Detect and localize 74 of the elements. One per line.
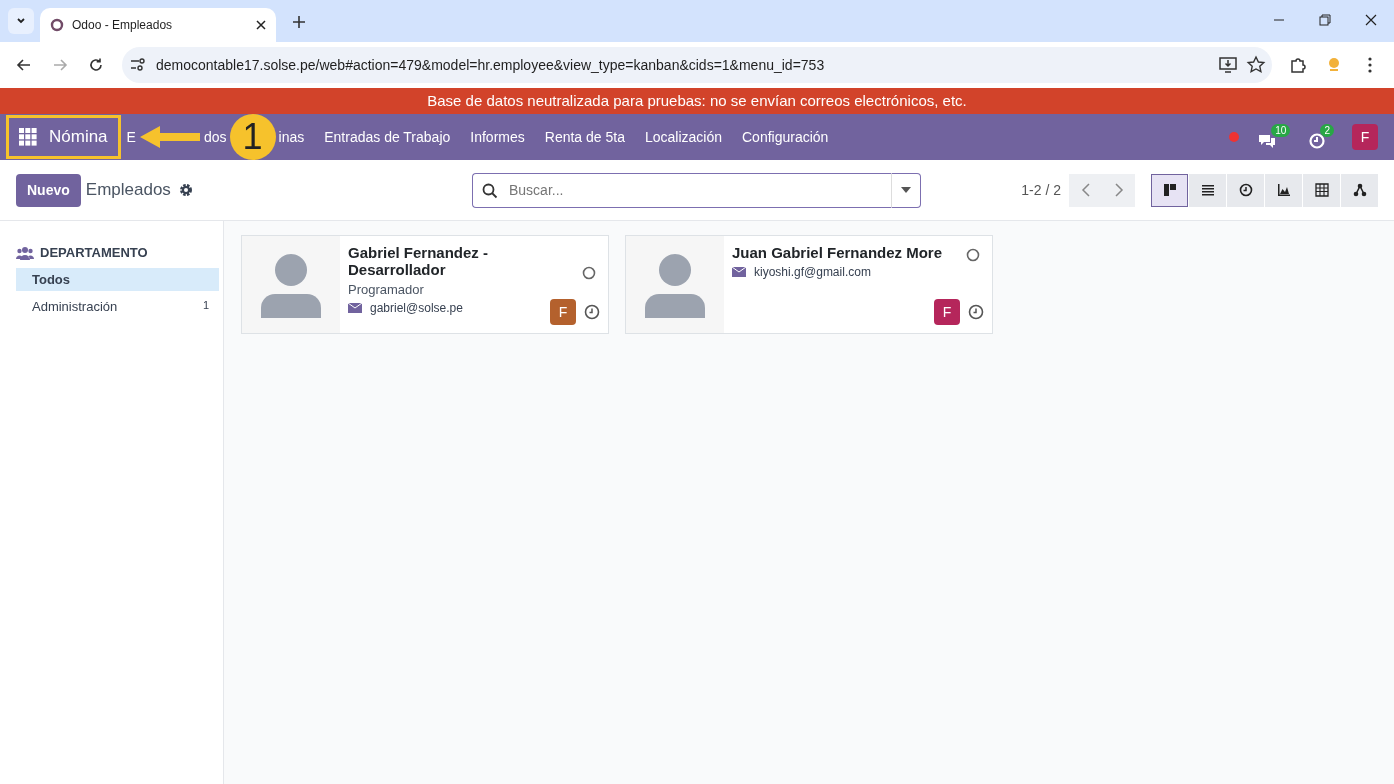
presence-icon [966, 248, 980, 262]
chat-icon [1257, 132, 1278, 150]
caret-icon [901, 187, 911, 193]
users-icon [16, 245, 34, 260]
install-icon[interactable] [1218, 55, 1238, 75]
pager-value: 1-2 / 2 [1021, 182, 1061, 198]
menu-item[interactable]: inas [278, 129, 305, 145]
department-item[interactable]: Todos [16, 268, 219, 291]
chevron-right-icon [1113, 182, 1124, 198]
person-placeholder-icon [645, 251, 705, 318]
user-avatar: F [934, 299, 960, 325]
menu-item[interactable]: Entradas de Trabajo [324, 129, 451, 145]
hierarchy-view-button[interactable] [1341, 173, 1378, 207]
kanban-icon [1161, 182, 1178, 198]
new-button[interactable]: Nuevo [16, 173, 81, 207]
back-icon [16, 57, 32, 73]
address-bar[interactable]: democontable17.solse.pe/web#action=479&model=hr.employee&view_type=kanban&cids=1&menu_id=753 [122, 47, 1272, 83]
menu-item[interactable]: dos [203, 129, 227, 145]
user-avatar[interactable]: F [1352, 124, 1378, 150]
employee-name: Juan Gabriel Fernandez More [732, 244, 944, 261]
employee-email: kiyoshi.gf@gmail.com [754, 265, 871, 279]
envelope-icon [348, 303, 362, 313]
app-menu-button[interactable]: Nómina [6, 115, 121, 159]
search-icon [482, 182, 498, 199]
clock-icon [1308, 132, 1327, 150]
person-placeholder-icon [261, 251, 321, 318]
menu-item[interactable]: Renta de 5ta [544, 129, 625, 145]
pivot-icon [1313, 182, 1330, 198]
star-icon[interactable] [1246, 55, 1266, 75]
list-view-button[interactable] [1189, 173, 1226, 207]
dropdown-toggle[interactable] [891, 172, 921, 208]
job-title: Programador [348, 282, 425, 297]
list-icon [1199, 182, 1216, 198]
reload-icon [88, 57, 104, 73]
page-title: Empleados [85, 180, 171, 200]
menu-item[interactable]: Localización [644, 129, 722, 145]
puzzle-icon [1289, 56, 1307, 74]
employee-card[interactable]: Gabriel Fernandez - Desarrollador Programador gabriel@solse.pe F [241, 235, 609, 334]
activity-view-button[interactable] [1227, 173, 1264, 207]
tab-search-button[interactable] [8, 8, 34, 34]
more-icon [1367, 56, 1373, 74]
department-item[interactable]: Administración 1 [16, 295, 219, 318]
plus-icon [292, 15, 306, 29]
employee-card[interactable]: Juan Gabriel Fernandez More kiyoshi.gf@gmail.com F [625, 235, 993, 334]
graph-icon [1275, 182, 1292, 198]
presence-icon [582, 266, 596, 280]
employee-name: Gabriel Fernandez - Desarrollador [348, 244, 490, 278]
search-field[interactable]: Buscar... [472, 172, 891, 208]
settings-icon[interactable] [178, 183, 193, 197]
clock-icon[interactable] [968, 304, 984, 320]
hierarchy-icon [1351, 182, 1368, 198]
clock-icon[interactable] [584, 304, 600, 320]
chevron-left-icon [1080, 182, 1091, 198]
graph-view-button[interactable] [1265, 173, 1302, 207]
step-badge: 1 [229, 114, 276, 160]
messages-button[interactable]: 10 [1257, 124, 1291, 150]
menu-item[interactable]: Informes [470, 129, 525, 145]
section-header: DEPARTAMENTO [40, 245, 148, 260]
activity-icon [1237, 182, 1254, 198]
pivot-view-button[interactable] [1303, 173, 1340, 207]
status-dot [1229, 132, 1240, 142]
envelope-icon [732, 267, 746, 277]
close-icon[interactable] [256, 20, 266, 30]
odoo-logo-icon [50, 18, 64, 32]
grid-icon [19, 128, 37, 146]
browser-tab[interactable]: Odoo - Empleados [40, 8, 276, 42]
menu-item[interactable]: E [126, 129, 136, 145]
warning-banner: Base de datos neutralizada para pruebas: no se envían correos electrónicos, etc. [0, 88, 1394, 114]
activities-button[interactable]: 2 [1308, 124, 1334, 150]
user-avatar: F [550, 299, 576, 325]
employee-email: gabriel@solse.pe [370, 301, 463, 315]
forward-icon [52, 57, 68, 73]
kanban-view-button[interactable] [1151, 173, 1188, 207]
menu-item[interactable]: Configuración [742, 129, 829, 145]
